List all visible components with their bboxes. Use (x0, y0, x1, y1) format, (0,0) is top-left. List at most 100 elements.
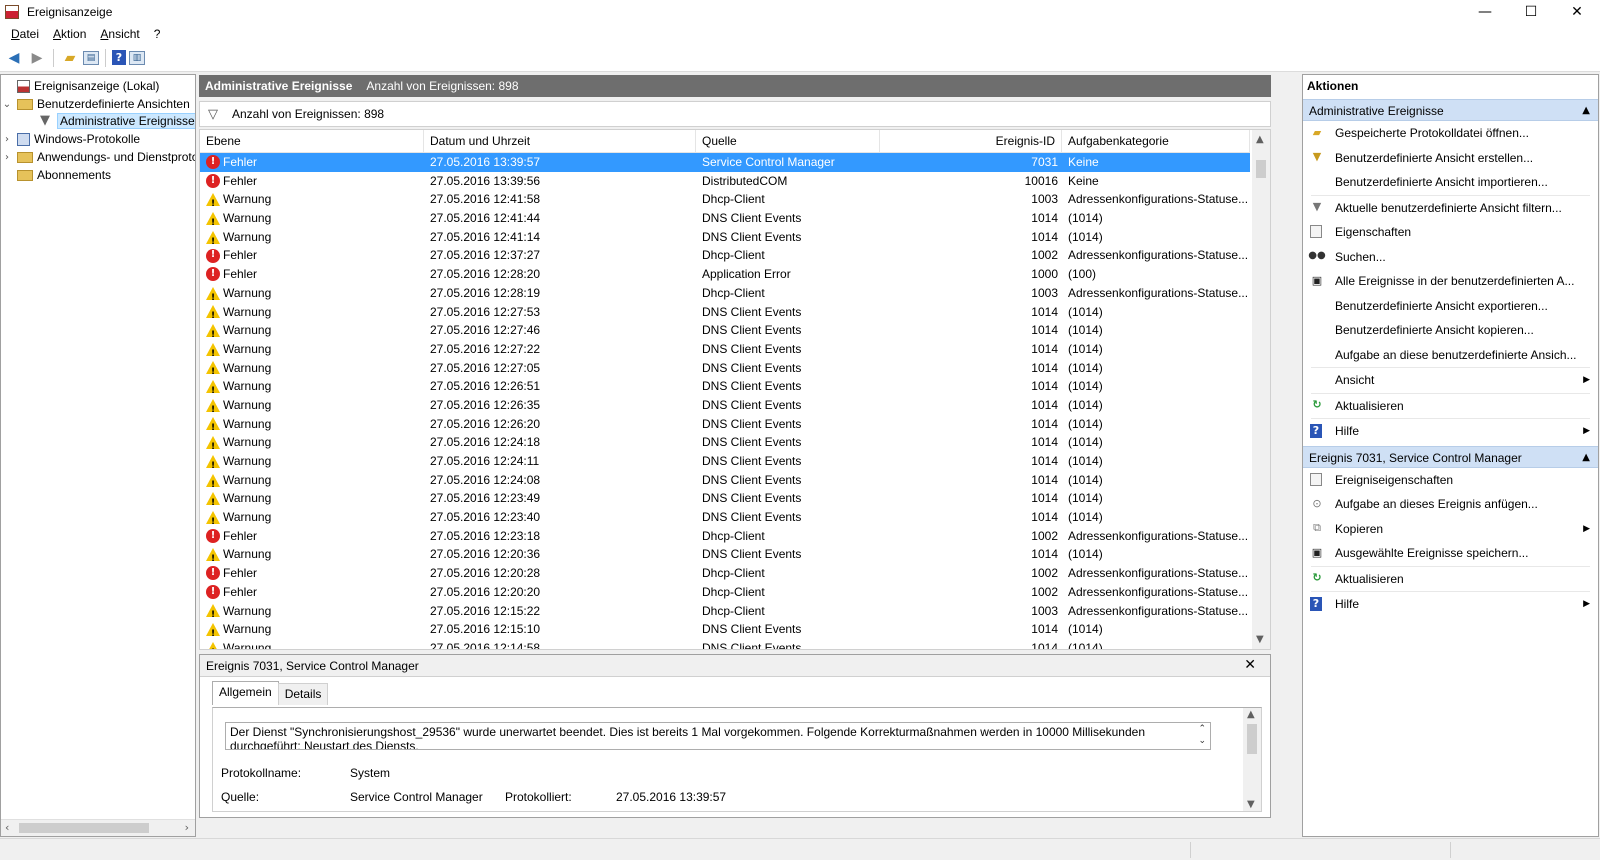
collapse-caret-icon[interactable]: ▲ (1582, 447, 1590, 469)
close-button[interactable]: ✕ (1554, 0, 1600, 24)
scroll-right-icon[interactable]: › (185, 821, 189, 834)
table-row[interactable]: Warnung 27.05.2016 12:28:19 Dhcp-Client 100… (200, 284, 1250, 303)
table-row[interactable]: Warnung 27.05.2016 12:41:58 Dhcp-Client 100… (200, 190, 1250, 209)
column-header-event-id[interactable]: Ereignis-ID (880, 130, 1062, 153)
minimize-button[interactable]: — (1462, 0, 1508, 24)
table-row[interactable]: Warnung 27.05.2016 12:20:36 DNS Client Eve… (200, 545, 1250, 564)
action-item[interactable]: Ansicht ▶ (1303, 368, 1598, 393)
table-row[interactable]: ! Fehler 27.05.2016 12:20:20 Dhcp-Client 100… (200, 583, 1250, 602)
tree-item-windows-logs[interactable]: › Windows-Protokolle (1, 130, 140, 148)
actions-section-event[interactable]: Ereignis 7031, Service Control Manager ▲ (1303, 445, 1598, 469)
menu-ansicht[interactable]: Ansicht (93, 27, 146, 41)
table-row[interactable]: Warnung 27.05.2016 12:27:22 DNS Client Eve… (200, 340, 1250, 359)
table-row[interactable]: Warnung 27.05.2016 12:41:44 DNS Client Eve… (200, 209, 1250, 228)
action-item[interactable]: ▼ Benutzerdefinierte Ansicht erstellen... (1303, 146, 1598, 171)
table-row[interactable]: Warnung 27.05.2016 12:15:10 DNS Client Eve… (200, 620, 1250, 639)
action-item[interactable]: ? Hilfe ▶ (1303, 419, 1598, 444)
show-hide-actions-icon[interactable]: ▥ (129, 50, 145, 65)
action-item[interactable]: Benutzerdefinierte Ansicht importieren..… (1303, 170, 1598, 195)
show-hide-tree-icon[interactable]: ▤ (83, 50, 99, 65)
event-description-box[interactable]: Der Dienst "Synchronisierungshost_29536"… (225, 722, 1211, 750)
action-item[interactable]: ●● Suchen... (1303, 245, 1598, 270)
action-item[interactable]: ▣ Ausgewählte Ereignisse speichern... (1303, 541, 1598, 566)
cell-level: Warnung (206, 303, 422, 321)
table-row[interactable]: Warnung 27.05.2016 12:26:20 DNS Client Eve… (200, 415, 1250, 433)
table-row[interactable]: Warnung 27.05.2016 12:23:49 DNS Client Eve… (200, 489, 1250, 508)
table-body: ! Fehler 27.05.2016 13:39:57 Service Contro… (200, 153, 1250, 649)
action-item[interactable]: Ereigniseigenschaften (1303, 468, 1598, 493)
tab-general[interactable]: Allgemein (212, 681, 279, 705)
table-row[interactable]: Warnung 27.05.2016 12:14:58 DNS Client Eve… (200, 639, 1250, 649)
action-item[interactable]: Benutzerdefinierte Ansicht exportieren..… (1303, 294, 1598, 319)
scroll-down-icon[interactable]: ▼ (1247, 799, 1255, 810)
table-row[interactable]: ! Fehler 27.05.2016 13:39:57 Service Contro… (200, 153, 1250, 172)
action-item[interactable]: ▼ Aktuelle benutzerdefinierte Ansicht fil… (1303, 196, 1598, 221)
action-item[interactable]: Benutzerdefinierte Ansicht kopieren... (1303, 318, 1598, 343)
tree-item-app-logs[interactable]: › Anwendungs- und Dienstprotokolle (1, 148, 195, 166)
action-item[interactable]: ▣ Alle Ereignisse in der benutzerdefinier… (1303, 269, 1598, 294)
scroll-up-icon[interactable]: ▲ (1247, 709, 1255, 720)
action-item[interactable]: ? Hilfe ▶ (1303, 592, 1598, 617)
collapsed-chevron-icon[interactable]: › (1, 152, 13, 163)
action-item[interactable]: ▰ Gespeicherte Protokolldatei öffnen... (1303, 121, 1598, 146)
table-row[interactable]: ! Fehler 27.05.2016 12:28:20 Application Er… (200, 265, 1250, 284)
folder-up-icon[interactable]: ▰ (60, 48, 80, 68)
maximize-button[interactable]: ☐ (1508, 0, 1554, 24)
cell-date: 27.05.2016 12:24:18 (430, 435, 541, 450)
column-header-source[interactable]: Quelle (696, 130, 880, 153)
tree-item-custom-views[interactable]: ⌄ Benutzerdefinierte Ansichten (1, 95, 190, 113)
tree-item-admin-events[interactable]: ▼ Administrative Ereignisse (33, 112, 195, 130)
tree-item-subscriptions[interactable]: Abonnements (1, 166, 111, 184)
column-header-level[interactable]: Ebene (200, 130, 424, 153)
collapse-caret-icon[interactable]: ▲ (1582, 100, 1590, 122)
table-row[interactable]: Warnung 27.05.2016 12:26:51 DNS Client Eve… (200, 377, 1250, 396)
action-item[interactable]: ↻ Aktualisieren (1303, 394, 1598, 419)
logged-value: 27.05.2016 13:39:57 (616, 790, 727, 804)
table-row[interactable]: Warnung 27.05.2016 12:27:53 DNS Client Eve… (200, 303, 1250, 321)
table-row[interactable]: Warnung 27.05.2016 12:24:11 DNS Client Eve… (200, 452, 1250, 471)
cell-source: DNS Client Events (702, 472, 802, 487)
table-row[interactable]: Warnung 27.05.2016 12:27:05 DNS Client Eve… (200, 359, 1250, 377)
column-header-task-category[interactable]: Aufgabenkategorie (1062, 130, 1250, 153)
action-item[interactable]: Eigenschaften (1303, 220, 1598, 245)
event-detail-pane: Ereignis 7031, Service Control Manager ✕… (199, 654, 1271, 818)
table-row[interactable]: Warnung 27.05.2016 12:23:40 DNS Client Eve… (200, 508, 1250, 527)
table-row[interactable]: Warnung 27.05.2016 12:24:18 DNS Client Eve… (200, 433, 1250, 452)
table-row[interactable]: ! Fehler 27.05.2016 12:23:18 Dhcp-Client 100… (200, 527, 1250, 546)
action-item[interactable]: ↻ Aktualisieren (1303, 567, 1598, 592)
table-row[interactable]: Warnung 27.05.2016 12:15:22 Dhcp-Client 100… (200, 602, 1250, 620)
action-item[interactable]: ⧉ Kopieren ▶ (1303, 517, 1598, 542)
action-item[interactable]: Aufgabe an diese benutzerdefinierte Ansi… (1303, 343, 1598, 368)
back-arrow-icon[interactable]: ◀ (4, 48, 24, 68)
menu-help[interactable]: ? (147, 27, 168, 41)
table-row[interactable]: Warnung 27.05.2016 12:24:08 DNS Client Eve… (200, 471, 1250, 489)
table-row[interactable]: Warnung 27.05.2016 12:27:46 DNS Client Eve… (200, 321, 1250, 340)
detail-vertical-scrollbar[interactable]: ▲ ▼ (1243, 708, 1261, 811)
table-row[interactable]: ! Fehler 27.05.2016 12:37:27 Dhcp-Client 100… (200, 246, 1250, 265)
scrollbar-thumb[interactable] (19, 823, 149, 833)
scroll-up-icon[interactable]: ▲ (1256, 134, 1264, 145)
scroll-down-icon[interactable]: ▼ (1256, 634, 1264, 645)
help-icon[interactable]: ? (112, 50, 126, 65)
scrollbar-thumb[interactable] (1247, 724, 1257, 754)
tree-item-root[interactable]: Ereignisanzeige (Lokal) (1, 77, 159, 95)
menu-datei[interactable]: Datei (4, 27, 46, 41)
tab-details[interactable]: Details (277, 683, 329, 705)
menu-aktion[interactable]: Aktion (46, 27, 93, 41)
forward-arrow-icon[interactable]: ▶ (27, 48, 47, 68)
action-item[interactable]: ⊙ Aufgabe an dieses Ereignis anfügen... (1303, 492, 1598, 517)
table-row[interactable]: ! Fehler 27.05.2016 12:20:28 Dhcp-Client 100… (200, 564, 1250, 583)
column-header-date[interactable]: Datum und Uhrzeit (424, 130, 696, 153)
scrollbar-thumb[interactable] (1256, 160, 1266, 178)
close-icon[interactable]: ✕ (1244, 657, 1256, 673)
collapsed-chevron-icon[interactable]: › (1, 134, 13, 145)
expanded-chevron-icon[interactable]: ⌄ (1, 99, 13, 110)
tree-horizontal-scrollbar[interactable]: ‹ › (1, 819, 195, 836)
description-scroll-icon[interactable]: ⌃ ⌄ (1198, 723, 1206, 747)
events-vertical-scrollbar[interactable]: ▲ ▼ (1252, 130, 1270, 649)
table-row[interactable]: Warnung 27.05.2016 12:41:14 DNS Client Eve… (200, 228, 1250, 246)
table-row[interactable]: Warnung 27.05.2016 12:26:35 DNS Client Eve… (200, 396, 1250, 415)
actions-section-view[interactable]: Administrative Ereignisse ▲ (1303, 99, 1598, 121)
table-row[interactable]: ! Fehler 27.05.2016 13:39:56 DistributedCOM… (200, 172, 1250, 191)
scroll-left-icon[interactable]: ‹ (5, 821, 9, 834)
